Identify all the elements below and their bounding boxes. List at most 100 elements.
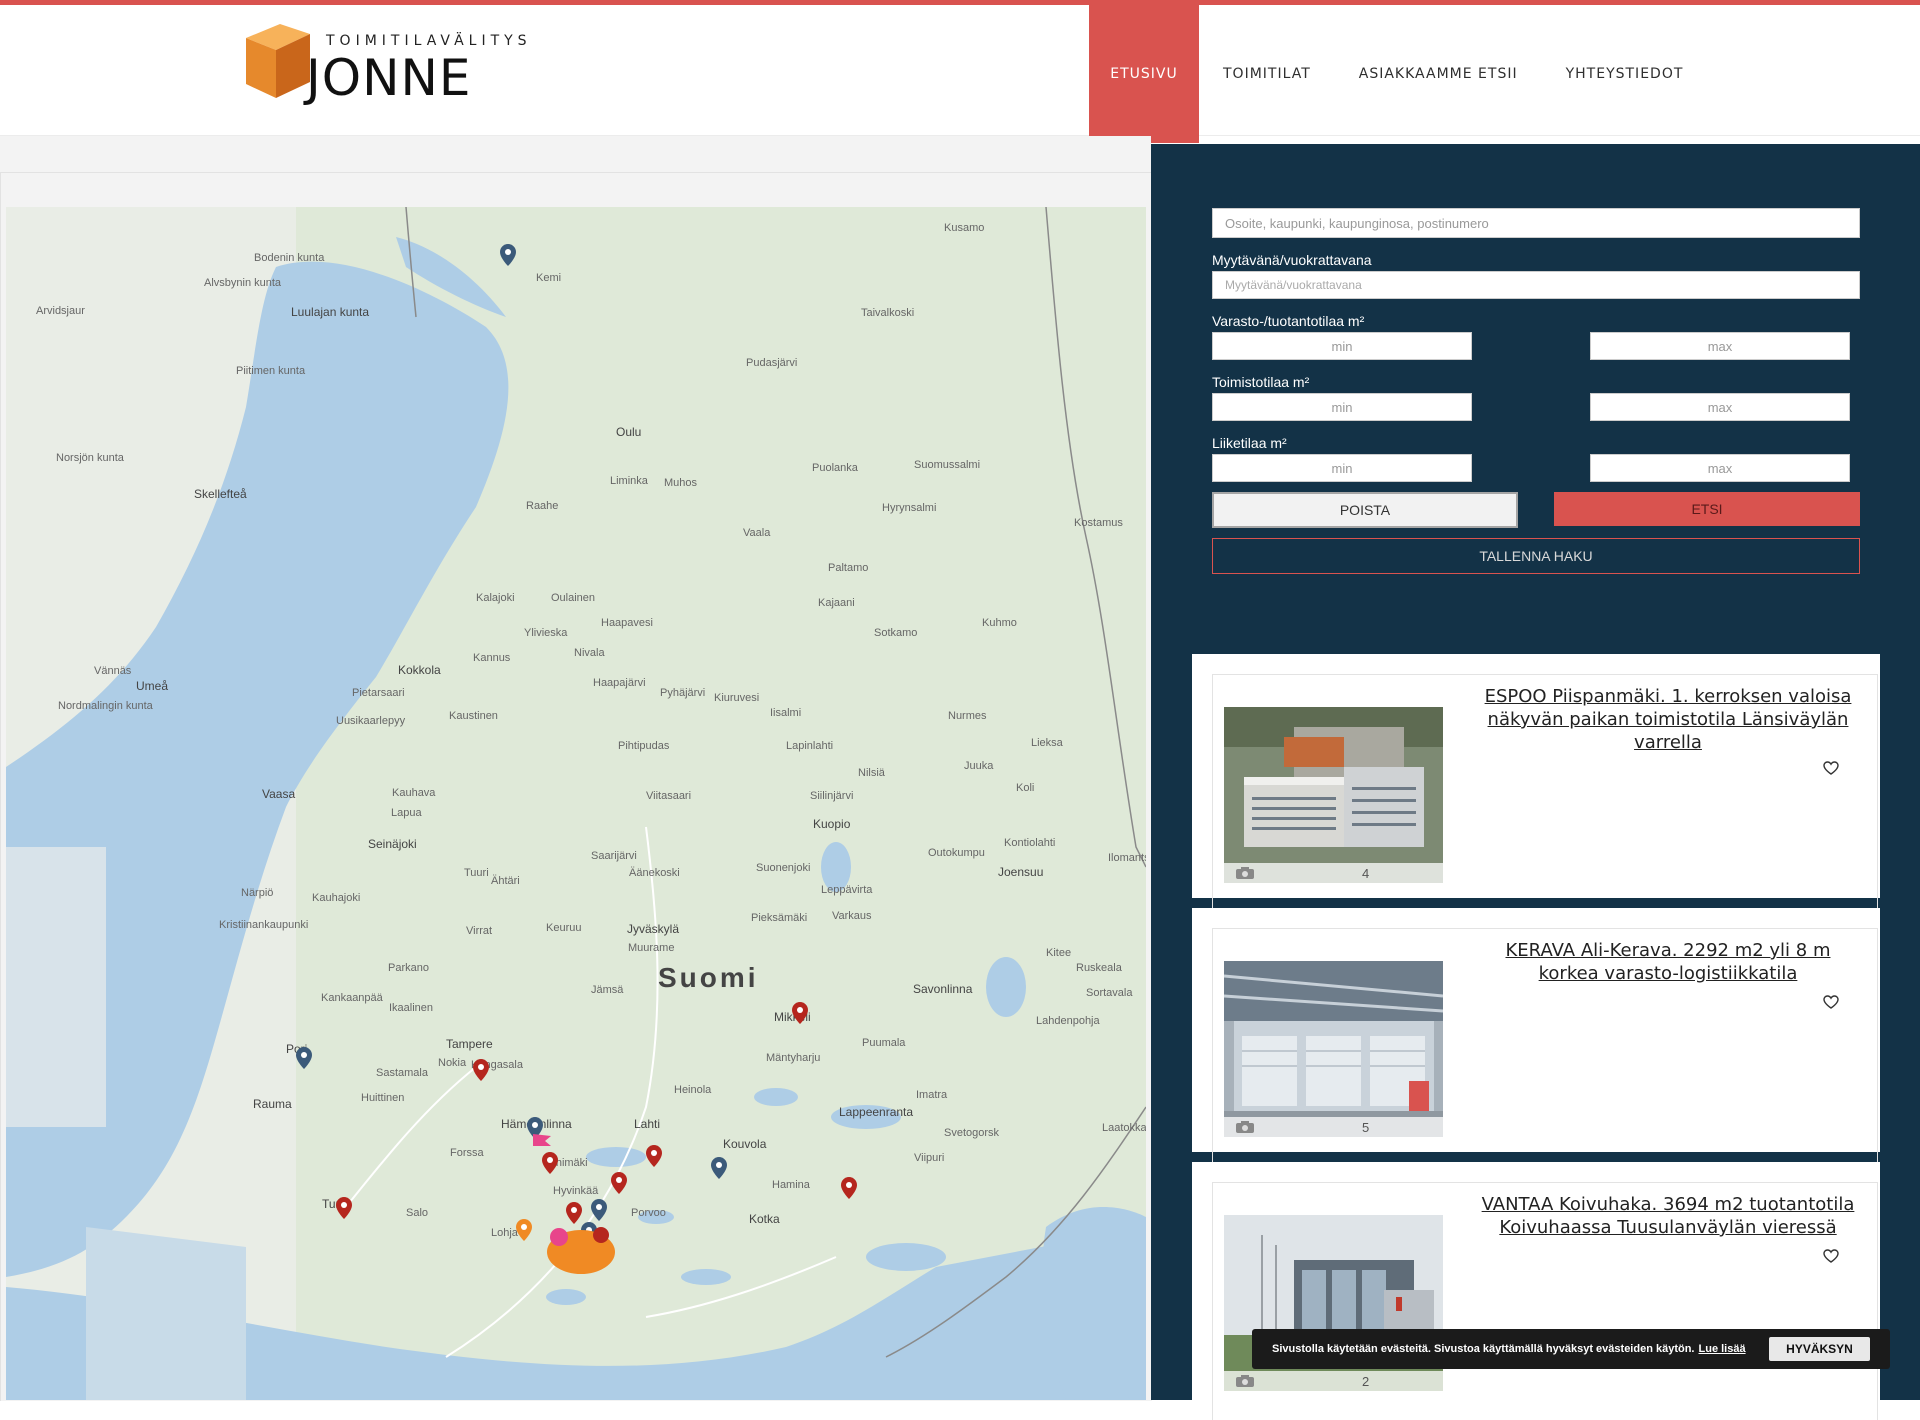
map-label-kauhava: Kauhava xyxy=(392,787,436,799)
map-label-pyhajarvi: Pyhäjärvi xyxy=(660,687,706,699)
map-label-saarijarvi: Saarijärvi xyxy=(591,850,637,862)
map-label-varkaus: Varkaus xyxy=(832,910,872,922)
map-label-porvoo: Porvoo xyxy=(631,1207,666,1219)
map-label-lohja: Lohja xyxy=(491,1227,518,1239)
map-label-jamsa: Jämsä xyxy=(591,984,624,996)
warehouse-area-label: Varasto-/tuotantotilaa m² xyxy=(1212,313,1365,329)
nav-yhteystiedot[interactable]: YHTEYSTIEDOT xyxy=(1542,5,1708,143)
map-pin-red[interactable] xyxy=(542,1152,558,1174)
map-label-hamina: Hamina xyxy=(772,1179,810,1191)
map-label-pieksamaki: Pieksämäki xyxy=(751,912,808,924)
map-cluster-helsinki[interactable] xyxy=(541,1207,621,1277)
map-label-oulu: Oulu xyxy=(616,425,642,439)
favorite-heart-icon[interactable] xyxy=(1823,1249,1839,1263)
retail-min-input[interactable]: min xyxy=(1212,454,1472,482)
cookie-more-link[interactable]: Lue lisää xyxy=(1699,1343,1746,1355)
map-pin-blue[interactable] xyxy=(711,1157,727,1179)
map-label-arvidsjaur: Arvidsjaur xyxy=(36,305,85,317)
search-button[interactable]: ETSI xyxy=(1554,492,1860,526)
map-label-forssa: Forssa xyxy=(450,1147,484,1159)
map-label-kannus: Kannus xyxy=(473,652,511,664)
map-pin-blue[interactable] xyxy=(296,1047,312,1069)
logo-title: JONNE xyxy=(306,49,472,107)
property-map[interactable]: Kusamo Bodenin kunta Kemi Alvsbynin kunt… xyxy=(6,207,1146,1400)
map-label-outokumpu: Outokumpu xyxy=(928,847,985,859)
listing-card[interactable]: 4 ESPOO Piispanmäki. 1. kerroksen valois… xyxy=(1192,654,1880,912)
map-pin-red[interactable] xyxy=(473,1059,489,1081)
cookie-accept-button[interactable]: HYVÄKSYN xyxy=(1769,1337,1870,1361)
map-label-pihtipudas: Pihtipudas xyxy=(618,740,670,752)
photo-count: 4 xyxy=(1362,865,1370,881)
listing-title[interactable]: VANTAA Koivuhaka. 3694 m2 tuotantotila K… xyxy=(1473,1193,1863,1239)
search-form: Osoite, kaupunki, kaupunginosa, postinum… xyxy=(1212,208,1860,574)
listing-photo[interactable]: 5 xyxy=(1224,961,1443,1137)
map-label-kostamus: Kostamus xyxy=(1074,517,1123,529)
map-label-lulea: Luulajan kunta xyxy=(291,305,370,319)
map-label-lapinlahti: Lapinlahti xyxy=(786,740,834,752)
nav-toimitilat[interactable]: TOIMITILAT xyxy=(1199,5,1335,143)
nav-asiakkaamme-etsii[interactable]: ASIAKKAAMME ETSII xyxy=(1335,5,1542,143)
listing-title[interactable]: ESPOO Piispanmäki. 1. kerroksen valoisa … xyxy=(1473,685,1863,754)
nav-etusivu[interactable]: ETUSIVU xyxy=(1089,5,1199,143)
favorite-heart-icon[interactable] xyxy=(1823,761,1839,775)
map-label-liminka: Liminka xyxy=(610,475,648,487)
warehouse-max-input[interactable]: max xyxy=(1590,332,1850,360)
map-label-kusamo: Kusamo xyxy=(944,222,985,234)
map-label-haapavesi: Haapavesi xyxy=(601,617,653,629)
map-label-nurmes: Nurmes xyxy=(948,710,987,722)
map-label-kitee: Kitee xyxy=(1046,947,1072,959)
map-label-suonenjoki: Suonenjoki xyxy=(756,862,811,874)
map-label-sotkamo: Sotkamo xyxy=(874,627,918,639)
map-label-kajaani: Kajaani xyxy=(818,597,855,609)
map-label-paltamo: Paltamo xyxy=(828,562,869,574)
map-label-pitea: Piitimen kunta xyxy=(236,365,306,377)
listing-card[interactable]: 5 KERAVA Ali-Kerava. 2292 m2 yli 8 m kor… xyxy=(1192,908,1880,1166)
map-label-boden: Bodenin kunta xyxy=(254,252,325,264)
map-flag-icon[interactable] xyxy=(531,1132,553,1150)
retail-range: min max xyxy=(1212,454,1850,482)
map-label-kouvola: Kouvola xyxy=(723,1137,767,1151)
map-pin-red[interactable] xyxy=(792,1002,808,1024)
site-logo[interactable]: TOIMITILAVÄLITYS JONNE xyxy=(240,15,527,107)
map-pin-orange[interactable] xyxy=(516,1219,532,1241)
listing-card-inner: 5 KERAVA Ali-Kerava. 2292 m2 yli 8 m kor… xyxy=(1212,928,1878,1166)
cube-logo-icon xyxy=(246,24,310,98)
map-label-suomussalmi: Suomussalmi xyxy=(914,459,981,471)
map-label-kotka: Kotka xyxy=(749,1212,780,1226)
map-pin-red[interactable] xyxy=(841,1177,857,1199)
map-label-kuopio: Kuopio xyxy=(813,817,851,831)
map-label-tampere: Tampere xyxy=(446,1037,493,1051)
warehouse-min-input[interactable]: min xyxy=(1212,332,1472,360)
cookie-bar: Sivustolla käytetään evästeitä. Sivustoa… xyxy=(1252,1329,1890,1369)
office-max-input[interactable]: max xyxy=(1590,393,1850,421)
map-label-ikaalinen: Ikaalinen xyxy=(389,1002,434,1014)
map-pin-blue[interactable] xyxy=(500,244,516,266)
map-label-kristiinankaupunki: Kristiinankaupunki xyxy=(219,919,309,931)
listing-photo[interactable]: 4 xyxy=(1224,707,1443,883)
map-label-kuhmo: Kuhmo xyxy=(982,617,1017,629)
listing-card-inner: 2 VANTAA Koivuhaka. 3694 m2 tuotantotila… xyxy=(1212,1182,1878,1420)
map-label-sortavala: Sortavala xyxy=(1086,987,1133,999)
map-label-lapua: Lapua xyxy=(391,807,422,819)
location-search-input[interactable]: Osoite, kaupunki, kaupunginosa, postinum… xyxy=(1212,208,1860,238)
save-search-button[interactable]: TALLENNA HAKU xyxy=(1212,538,1860,574)
sale-rent-select[interactable]: Myytävänä/vuokrattavana xyxy=(1212,271,1860,299)
map-label-lahdenpohja: Lahdenpohja xyxy=(1036,1015,1100,1027)
listing-title[interactable]: KERAVA Ali-Kerava. 2292 m2 yli 8 m korke… xyxy=(1473,939,1863,985)
map-pin-red[interactable] xyxy=(646,1145,662,1167)
map-pin-red[interactable] xyxy=(611,1172,627,1194)
map-label-muurame: Muurame xyxy=(628,942,675,954)
clear-button[interactable]: POISTA xyxy=(1212,492,1518,528)
map-label-nilsia: Nilsiä xyxy=(858,767,885,779)
content-top-band xyxy=(0,136,1151,172)
map-label-alvsbyn: Alvsbynin kunta xyxy=(204,277,282,289)
retail-max-input[interactable]: max xyxy=(1590,454,1850,482)
map-label-siilinjarvi: Siilinjärvi xyxy=(810,790,854,802)
retail-area-label: Liiketilaa m² xyxy=(1212,435,1287,451)
office-min-input[interactable]: min xyxy=(1212,393,1472,421)
map-country-label: Suomi xyxy=(658,962,759,993)
favorite-heart-icon[interactable] xyxy=(1823,995,1839,1009)
office-building-photo xyxy=(1224,707,1443,883)
map-pin-red[interactable] xyxy=(336,1197,352,1219)
map-label-vannas: Vännäs xyxy=(94,665,132,677)
